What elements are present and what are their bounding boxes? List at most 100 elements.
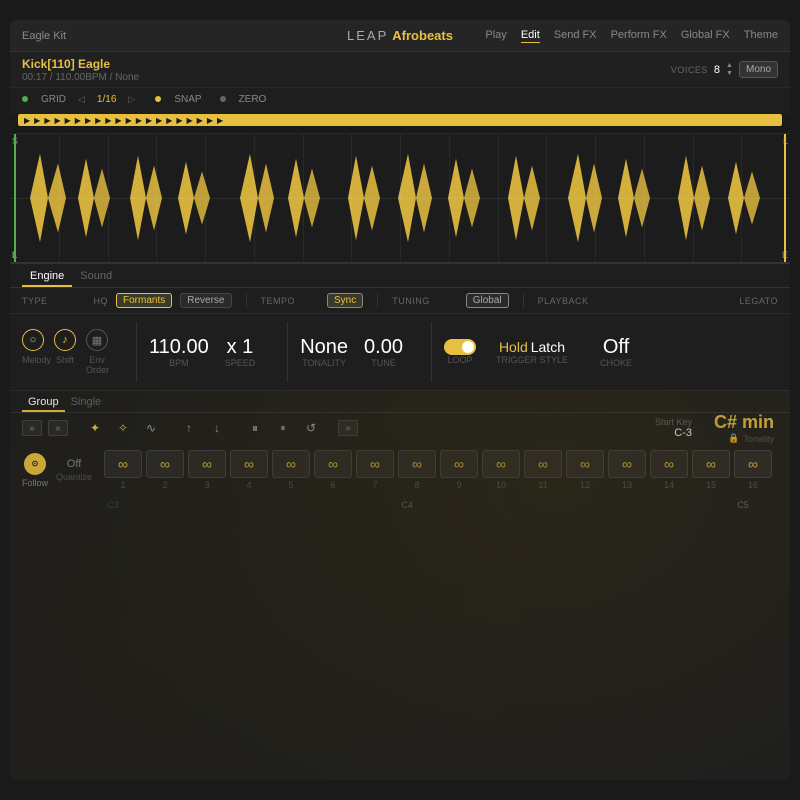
pad-inf-8: ∞ xyxy=(412,456,422,472)
start-marker xyxy=(14,134,16,262)
pad-btn-5[interactable]: ∞ xyxy=(272,450,310,478)
pad-btn-11[interactable]: ∞ xyxy=(524,450,562,478)
pad-inf-15: ∞ xyxy=(706,456,716,472)
header: Eagle Kit LEAP Afrobeats Play Edit Send … xyxy=(10,20,790,52)
scrollbar-track[interactable]: S ▶ ▶ ▶ ▶ ▶ ▶ ▶ ▶ ▶ ▶ ▶ ▶ ▶ ▶ ▶ ▶ ▶ ▶ xyxy=(18,114,782,126)
nav-theme[interactable]: Theme xyxy=(744,29,778,43)
pad-btn-14[interactable]: ∞ xyxy=(650,450,688,478)
sync-button[interactable]: Sync xyxy=(327,293,363,308)
shuffle-icon[interactable]: ✦ xyxy=(84,419,106,437)
pad-num-7: 7 xyxy=(373,480,378,490)
pad-15: ∞ 15 xyxy=(692,450,730,490)
em-icons-group: ○ ♪ ▦ Melody Shift Env Order xyxy=(22,329,108,375)
pad-num-11: 11 xyxy=(538,480,547,490)
leap-label: LEAP xyxy=(347,28,388,43)
scroll-arrow: ▶ xyxy=(166,116,172,125)
nav-play[interactable]: Play xyxy=(485,29,506,43)
grid-icon[interactable]: ▦ xyxy=(86,329,108,351)
bpm-value: 110.00 xyxy=(149,336,209,358)
shift-label: Shift xyxy=(54,355,76,375)
speed-value: x 1 xyxy=(227,336,254,358)
vgrid-4 xyxy=(205,134,206,262)
nav-global-fx[interactable]: Global FX xyxy=(681,29,730,43)
pad-btn-15[interactable]: ∞ xyxy=(692,450,730,478)
pad-13: ∞ 13 xyxy=(608,450,646,490)
em-sub-labels: Melody Shift Env Order xyxy=(22,355,108,375)
pad-btn-8[interactable]: ∞ xyxy=(398,450,436,478)
scroll-arrow: ▶ xyxy=(146,116,152,125)
pad-btn-12[interactable]: ∞ xyxy=(566,450,604,478)
mono-button[interactable]: Mono xyxy=(739,61,778,78)
nav-send-fx[interactable]: Send FX xyxy=(554,29,597,43)
hq-label: HQ xyxy=(94,296,109,306)
grid-arrow-left[interactable]: ◁ xyxy=(78,94,85,105)
speed-group: x 1 Speed xyxy=(225,336,256,368)
vgrid-11 xyxy=(546,134,547,262)
down-arrow-icon[interactable]: ↓ xyxy=(206,419,228,437)
formants-button[interactable]: Formants xyxy=(116,293,172,308)
scroll-arrow: ▶ xyxy=(34,116,40,125)
nav-ff-btn[interactable]: » xyxy=(338,420,358,436)
pad-num-15: 15 xyxy=(706,480,716,490)
pad-btn-16[interactable]: ∞ xyxy=(734,450,772,478)
group-tab-group[interactable]: Group xyxy=(22,392,65,412)
bpm-group: 110.00 BPM xyxy=(149,336,209,368)
speed-unit: Speed xyxy=(225,358,256,368)
note-icon[interactable]: ♪ xyxy=(54,329,76,351)
scroll-arrow: ▶ xyxy=(65,116,71,125)
grid-arrow-right[interactable]: ▷ xyxy=(128,94,135,105)
nav-edit[interactable]: Edit xyxy=(521,29,540,43)
scroll-arrow: ▶ xyxy=(85,116,91,125)
engine-tab-engine[interactable]: Engine xyxy=(22,265,72,287)
type-label: TYPE xyxy=(22,296,48,306)
follow-label: Follow xyxy=(22,478,48,488)
vgrid-5 xyxy=(254,134,255,262)
pads-row: ⊙ Follow Off Quantize ∞ 1 ∞ 2 ∞ 3 xyxy=(10,443,790,497)
shuffle2-icon[interactable]: ✧ xyxy=(112,419,134,437)
global-button[interactable]: Global xyxy=(466,293,509,308)
track-meta: 00:17 / 110.00BPM / None xyxy=(22,72,139,83)
up-arrow-icon[interactable]: ↑ xyxy=(178,419,200,437)
pad-btn-2[interactable]: ∞ xyxy=(146,450,184,478)
group-tabs: Group Single xyxy=(10,391,790,413)
pad-btn-9[interactable]: ∞ xyxy=(440,450,478,478)
group-tab-single[interactable]: Single xyxy=(65,392,108,412)
follow-icon[interactable]: ⊙ xyxy=(24,453,46,475)
scrollbar-area[interactable]: S ▶ ▶ ▶ ▶ ▶ ▶ ▶ ▶ ▶ ▶ ▶ ▶ ▶ ▶ ▶ ▶ ▶ ▶ xyxy=(10,114,790,134)
circle-icon[interactable]: ○ xyxy=(22,329,44,351)
nav-perform-fx[interactable]: Perform FX xyxy=(611,29,667,43)
vgrid-15 xyxy=(741,134,742,262)
pause2-icon[interactable]: ⏸ xyxy=(272,419,294,437)
pad-btn-3[interactable]: ∞ xyxy=(188,450,226,478)
choke-group: Off Choke xyxy=(600,336,632,368)
grid-label: GRID xyxy=(41,94,66,105)
pause1-icon[interactable]: ⏸ xyxy=(244,419,266,437)
vgrid-3 xyxy=(156,134,157,262)
nav-back-btn[interactable]: « xyxy=(48,420,68,436)
waveform-container[interactable]: S L E L xyxy=(10,134,790,264)
pad-num-12: 12 xyxy=(580,480,590,490)
follow-icon-symbol: ⊙ xyxy=(32,459,39,468)
pad-3: ∞ 3 xyxy=(188,450,226,490)
pad-btn-1[interactable]: ∞ xyxy=(104,450,142,478)
vgrid-10 xyxy=(498,134,499,262)
pad-btn-13[interactable]: ∞ xyxy=(608,450,646,478)
engine-tab-sound[interactable]: Sound xyxy=(72,265,120,287)
loop-toggle[interactable] xyxy=(444,339,476,355)
reverse-button[interactable]: Reverse xyxy=(180,293,231,308)
scrollbar-fill[interactable]: ▶ ▶ ▶ ▶ ▶ ▶ ▶ ▶ ▶ ▶ ▶ ▶ ▶ ▶ ▶ ▶ ▶ ▶ ▶ ▶ xyxy=(18,114,782,126)
pad-btn-10[interactable]: ∞ xyxy=(482,450,520,478)
playback-label: PLAYBACK xyxy=(538,296,589,306)
scroll-arrow: ▶ xyxy=(197,116,203,125)
cycle-icon[interactable]: ↺ xyxy=(300,419,322,437)
vgrid-9 xyxy=(449,134,450,262)
pad-btn-4[interactable]: ∞ xyxy=(230,450,268,478)
start-key-val: C-3 xyxy=(655,427,692,439)
wave-icon[interactable]: ∿ xyxy=(140,419,162,437)
voices-ctrl[interactable]: ▲ ▼ xyxy=(726,62,733,77)
pad-btn-7[interactable]: ∞ xyxy=(356,450,394,478)
note-c5: C5 xyxy=(724,500,762,510)
nav-forward-btn[interactable]: » xyxy=(22,420,42,436)
pad-btn-6[interactable]: ∞ xyxy=(314,450,352,478)
pad-inf-16: ∞ xyxy=(748,456,758,472)
